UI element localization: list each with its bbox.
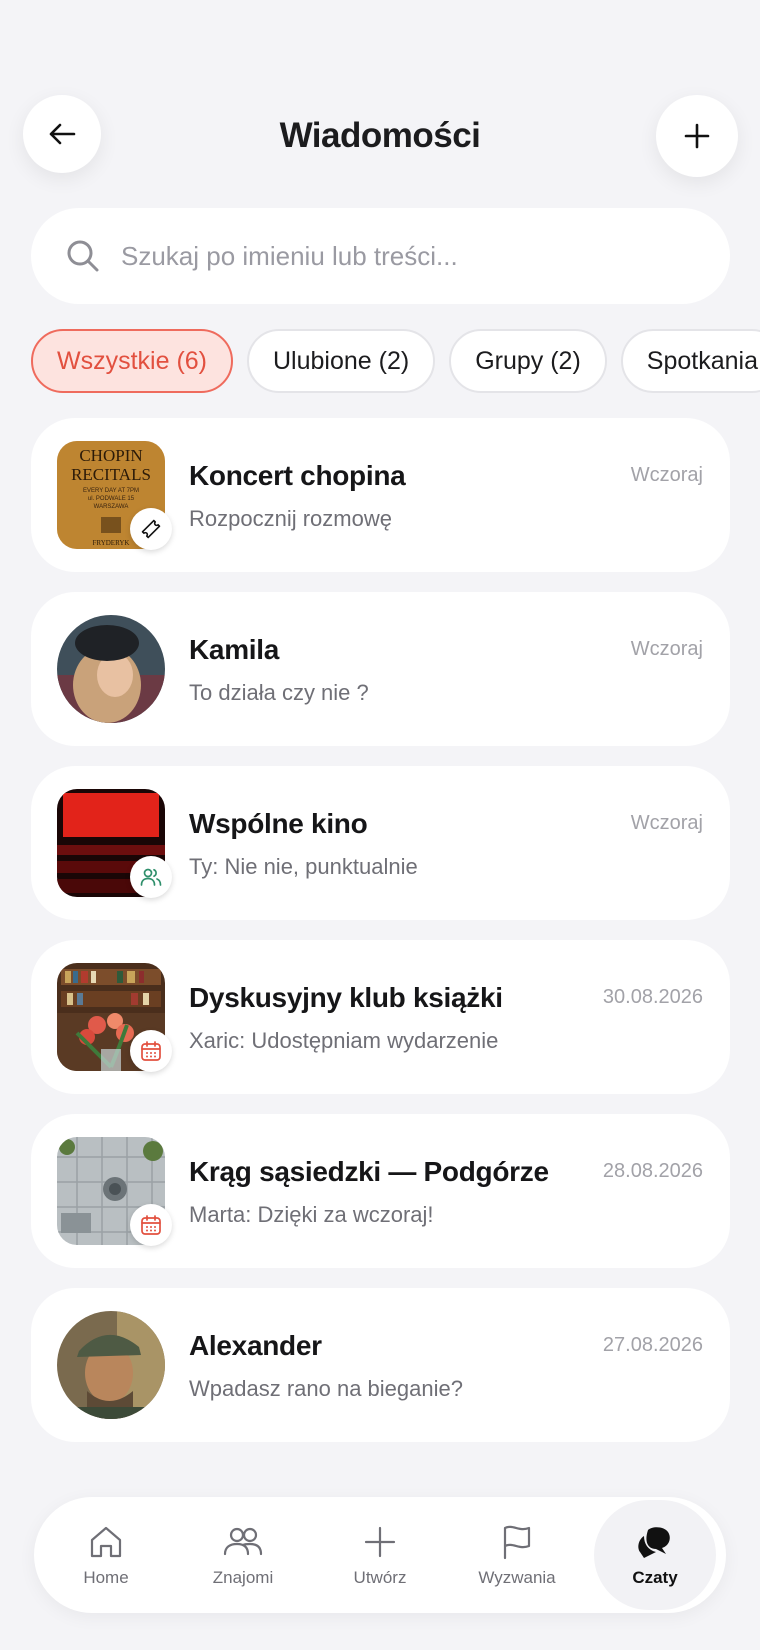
chat-item[interactable]: Dyskusyjny klub książki Xaric: Udostępni…	[31, 940, 730, 1094]
chat-date: Wczoraj	[630, 812, 703, 834]
calendar-icon	[130, 1204, 172, 1246]
chat-item[interactable]: CHOPIN RECITALS EVERY DAY AT 7PM ul. POD…	[31, 418, 730, 572]
plus-icon	[364, 1526, 396, 1558]
profile-photo	[57, 1311, 165, 1419]
bottom-tab-bar: Home Znajomi Utwórz Wyzwania Czaty	[34, 1497, 726, 1613]
home-icon	[90, 1526, 122, 1558]
flag-icon	[503, 1525, 531, 1560]
ticket-icon	[130, 508, 172, 550]
tab-label: Wyzwania	[478, 1568, 556, 1587]
chat-name: Koncert chopina	[189, 460, 406, 491]
chat-preview: To działa czy nie ?	[189, 680, 369, 705]
chat-name: Alexander	[189, 1330, 322, 1361]
chat-date: 28.08.2026	[602, 1160, 703, 1182]
chat-name: Wspólne kino	[189, 808, 368, 839]
chat-item[interactable]: Wspólne kino Ty: Nie nie, punktualnie Wc…	[31, 766, 730, 920]
chat-avatar	[57, 1311, 165, 1419]
svg-text:ul. PODWALE 15: ul. PODWALE 15	[88, 496, 135, 502]
chat-preview: Ty: Nie nie, punktualnie	[189, 854, 418, 879]
chat-preview: Marta: Dzięki za wczoraj!	[189, 1202, 434, 1227]
calendar-icon	[130, 1030, 172, 1072]
search-bar[interactable]	[31, 208, 730, 304]
chat-list: CHOPIN RECITALS EVERY DAY AT 7PM ul. POD…	[31, 418, 730, 1462]
svg-text:RECITALS: RECITALS	[71, 465, 151, 484]
chat-item[interactable]: Kamila To działa czy nie ? Wczoraj	[31, 592, 730, 746]
svg-text:CHOPIN: CHOPIN	[79, 446, 142, 465]
tab-create[interactable]: Utwórz	[320, 1497, 440, 1613]
svg-text:EVERY DAY AT 7PM: EVERY DAY AT 7PM	[83, 488, 139, 494]
friends-icon	[223, 1527, 263, 1556]
header: Wiadomości	[0, 92, 760, 202]
plus-icon	[684, 123, 710, 149]
chat-name: Krąg sąsiedzki — Podgórze	[189, 1156, 549, 1187]
chat-item[interactable]: Krąg sąsiedzki — Podgórze Marta: Dzięki …	[31, 1114, 730, 1268]
filter-chip-groups[interactable]: Grupy (2)	[449, 329, 607, 393]
chat-preview: Wpadasz rano na bieganie?	[189, 1376, 463, 1401]
filter-chip-meetings[interactable]: Spotkania	[620, 329, 760, 393]
chat-preview: Xaric: Udostępniam wydarzenie	[189, 1028, 499, 1053]
tab-label: Czaty	[632, 1568, 678, 1587]
chat-avatar	[57, 615, 165, 723]
tab-chats[interactable]: Czaty	[594, 1500, 716, 1610]
chat-item[interactable]: Alexander Wpadasz rano na bieganie? 27.0…	[31, 1288, 730, 1442]
svg-text:WARSZAWA: WARSZAWA	[94, 504, 129, 510]
chat-bubbles-icon	[638, 1527, 670, 1558]
chat-name: Kamila	[189, 634, 280, 665]
tab-label: Home	[83, 1568, 129, 1587]
filter-chip-all[interactable]: Wszystkie (6)	[31, 329, 233, 393]
profile-photo	[57, 615, 165, 723]
chat-date: Wczoraj	[630, 464, 703, 486]
tab-challenges[interactable]: Wyzwania	[457, 1497, 577, 1613]
tab-friends[interactable]: Znajomi	[183, 1497, 303, 1613]
search-input[interactable]	[121, 240, 681, 272]
chat-date: 27.08.2026	[602, 1334, 703, 1356]
tab-home[interactable]: Home	[46, 1497, 166, 1613]
chat-preview: Rozpocznij rozmowę	[189, 506, 392, 531]
chat-date: 30.08.2026	[602, 986, 703, 1008]
search-icon	[67, 240, 99, 272]
tab-label: Znajomi	[212, 1568, 274, 1587]
filter-chip-favorites[interactable]: Ulubione (2)	[247, 329, 436, 393]
svg-text:FRYDERYK: FRYDERYK	[93, 539, 130, 547]
group-icon	[130, 856, 172, 898]
chat-name: Dyskusyjny klub książki	[189, 982, 503, 1013]
filter-chips: Wszystkie (6) Ulubione (2) Grupy (2) Spotka…	[31, 329, 760, 395]
new-chat-button[interactable]	[656, 95, 738, 177]
page-title: Wiadomości	[279, 116, 481, 155]
chat-date: Wczoraj	[630, 638, 703, 660]
tab-label: Utwórz	[353, 1568, 407, 1587]
